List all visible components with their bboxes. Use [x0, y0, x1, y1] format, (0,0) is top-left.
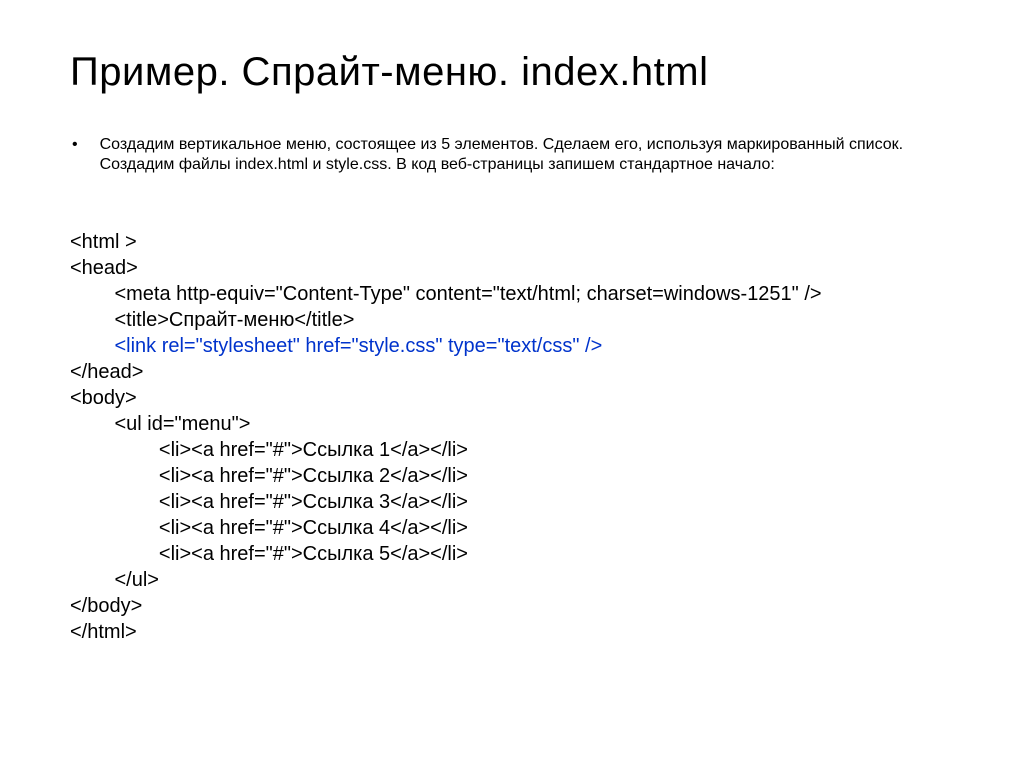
- code-block: <html > <head> <meta http-equiv="Content…: [70, 203, 954, 645]
- code-line: </body>: [70, 595, 142, 617]
- code-line: <li><a href="#">Ссылка 2</a></li>: [70, 465, 468, 487]
- code-line: <html >: [70, 231, 137, 253]
- code-line: <li><a href="#">Ссылка 4</a></li>: [70, 517, 468, 539]
- code-line: <li><a href="#">Ссылка 5</a></li>: [70, 543, 468, 565]
- code-line: <body>: [70, 387, 137, 409]
- slide-title: Пример. Спрайт-меню. index.html: [70, 50, 954, 95]
- code-line: </ul>: [70, 569, 159, 591]
- code-line: </head>: [70, 361, 143, 383]
- intro-text: Создадим вертикальное меню, состоящее из…: [100, 135, 954, 175]
- code-line: <head>: [70, 257, 138, 279]
- code-line: <title>Спрайт-меню</title>: [70, 309, 354, 331]
- code-line: <ul id="menu">: [70, 413, 250, 435]
- intro-row: • Создадим вертикальное меню, состоящее …: [70, 135, 954, 175]
- code-line: </html>: [70, 621, 137, 643]
- slide: Пример. Спрайт-меню. index.html • Создад…: [0, 0, 1024, 645]
- bullet-icon: •: [70, 135, 100, 155]
- code-line: <meta http-equiv="Content-Type" content=…: [70, 283, 822, 305]
- code-line-link: <link rel="stylesheet" href="style.css" …: [70, 335, 602, 357]
- code-line: <li><a href="#">Ссылка 3</a></li>: [70, 491, 468, 513]
- code-line: <li><a href="#">Ссылка 1</a></li>: [70, 439, 468, 461]
